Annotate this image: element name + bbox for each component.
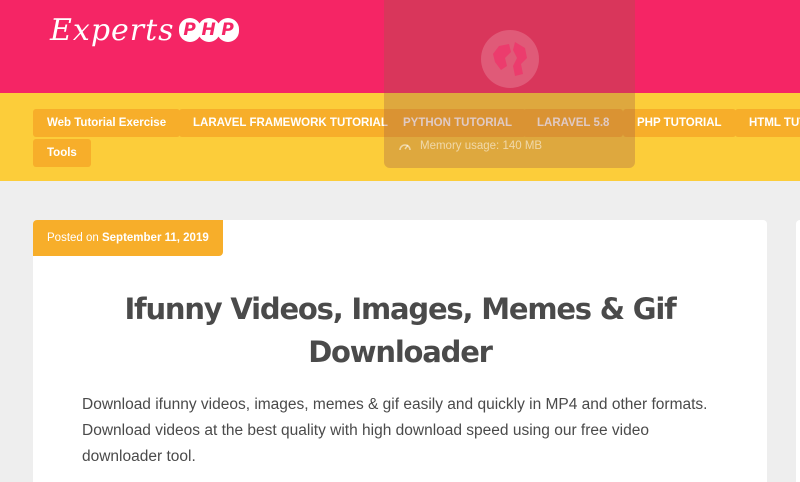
- gauge-icon: [399, 144, 411, 151]
- nav-item-php-tutorial[interactable]: PHP TUTORIAL: [623, 109, 736, 137]
- logo-badge-letter: P: [216, 18, 239, 42]
- nav-item-web-tutorial-exercise[interactable]: Web Tutorial Exercise: [33, 109, 181, 137]
- memory-usage: Memory usage: 140 MB: [398, 140, 542, 152]
- logo-php-badge: P H P: [178, 18, 239, 42]
- post-card: Posted on September 11, 2019 Ifunny Vide…: [33, 220, 767, 482]
- posted-on-prefix: Posted on: [47, 232, 102, 244]
- post-body: Download ifunny videos, images, memes & …: [82, 396, 708, 465]
- globe-icon: [481, 30, 539, 88]
- site-logo[interactable]: Experts P H P: [50, 10, 239, 50]
- nav-item-tools[interactable]: Tools: [33, 139, 91, 167]
- nav-item-html-tutorial[interactable]: HTML TUTORIAL: [735, 109, 800, 137]
- posted-on-badge: Posted on September 11, 2019: [33, 220, 223, 256]
- logo-text: Experts: [50, 12, 175, 48]
- nav-item-laravel-framework-tutorial[interactable]: LARAVEL FRAMEWORK TUTORIAL: [179, 109, 402, 137]
- posted-on-date[interactable]: September 11, 2019: [102, 232, 209, 244]
- memory-usage-overlay: Memory usage: 140 MB: [384, 0, 635, 168]
- post-title: Ifunny Videos, Images, Memes & Gif Downl…: [124, 292, 676, 369]
- memory-usage-label: Memory usage: 140 MB: [420, 140, 543, 152]
- sidebar-card-edge: [796, 220, 800, 482]
